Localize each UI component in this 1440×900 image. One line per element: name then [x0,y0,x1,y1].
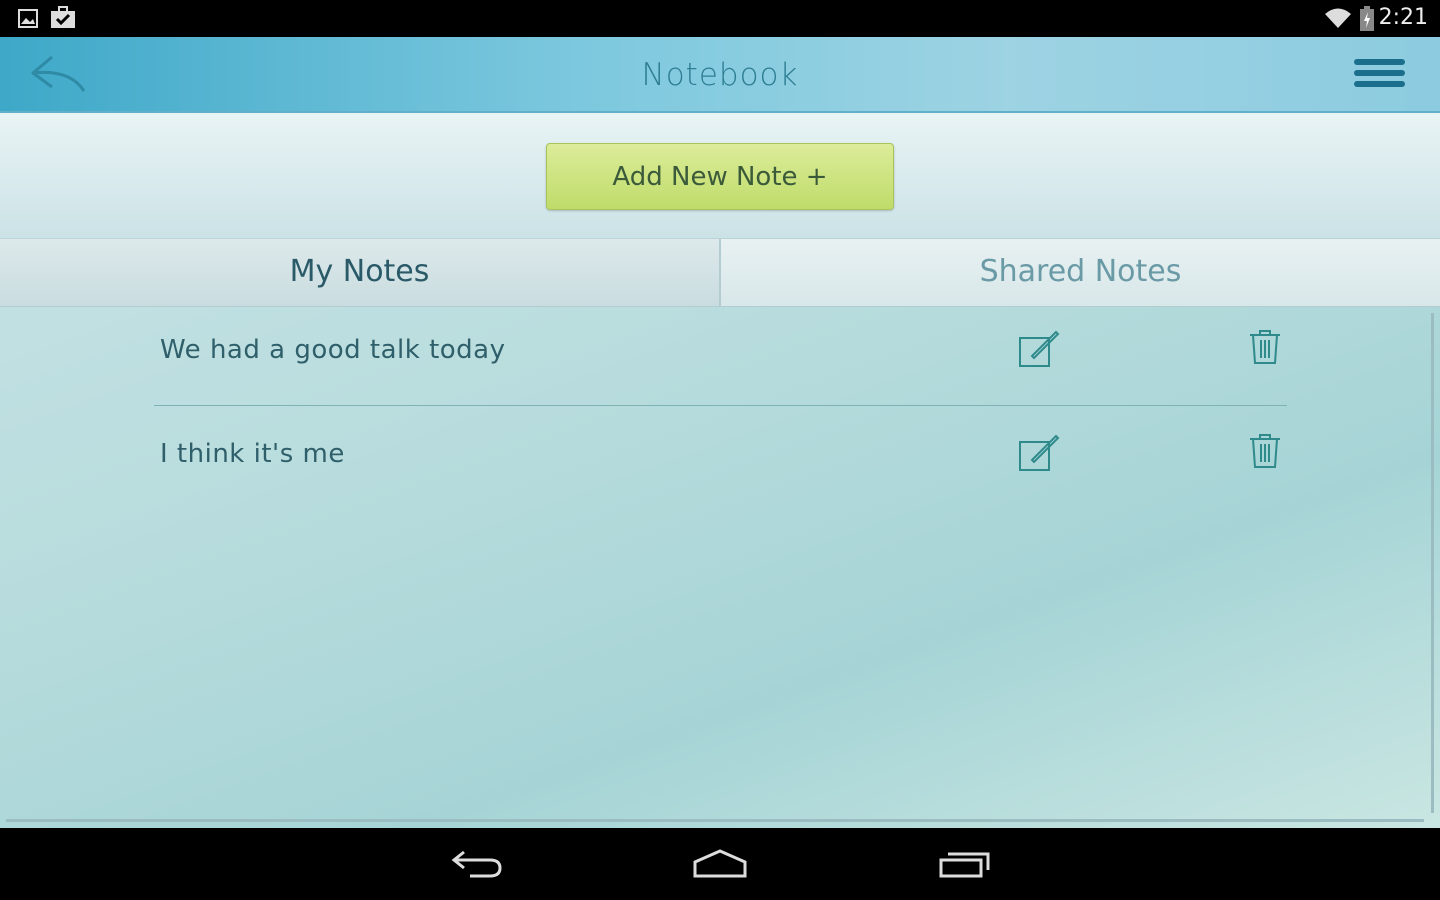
wifi-icon [1325,8,1351,28]
toolbar-band: Add New Note + [0,113,1440,239]
edit-icon[interactable] [1018,433,1060,473]
add-new-note-button[interactable]: Add New Note + [546,143,894,210]
tab-bar: My Notes Shared Notes [0,239,1440,307]
menu-button[interactable] [1354,59,1406,89]
list-item[interactable]: We had a good talk today [154,305,1287,405]
home-icon[interactable] [692,848,748,880]
back-icon[interactable] [450,848,504,880]
battery-icon [1360,6,1374,31]
status-bar: 2:21 [0,0,1440,37]
horizontal-scrollbar[interactable] [6,819,1424,822]
clock: 2:21 [1378,5,1428,30]
vertical-scrollbar[interactable] [1431,313,1434,813]
list-item[interactable]: I think it's me [154,409,1287,509]
notes-screen: Add New Note + My Notes Shared Notes We … [0,113,1440,828]
trash-icon[interactable] [1248,433,1282,471]
navigation-bar [0,828,1440,900]
trash-icon[interactable] [1248,329,1282,367]
tab-my-notes[interactable]: My Notes [0,239,721,306]
recents-icon[interactable] [938,848,992,880]
image-icon [18,9,38,28]
task-icon [51,6,75,28]
page-title: Notebook [641,57,799,93]
tab-shared-notes[interactable]: Shared Notes [721,239,1440,306]
divider [154,405,1287,406]
edit-icon[interactable] [1018,329,1060,369]
app-bar: Notebook [0,37,1440,113]
note-title: I think it's me [160,439,345,469]
note-title: We had a good talk today [160,335,506,365]
